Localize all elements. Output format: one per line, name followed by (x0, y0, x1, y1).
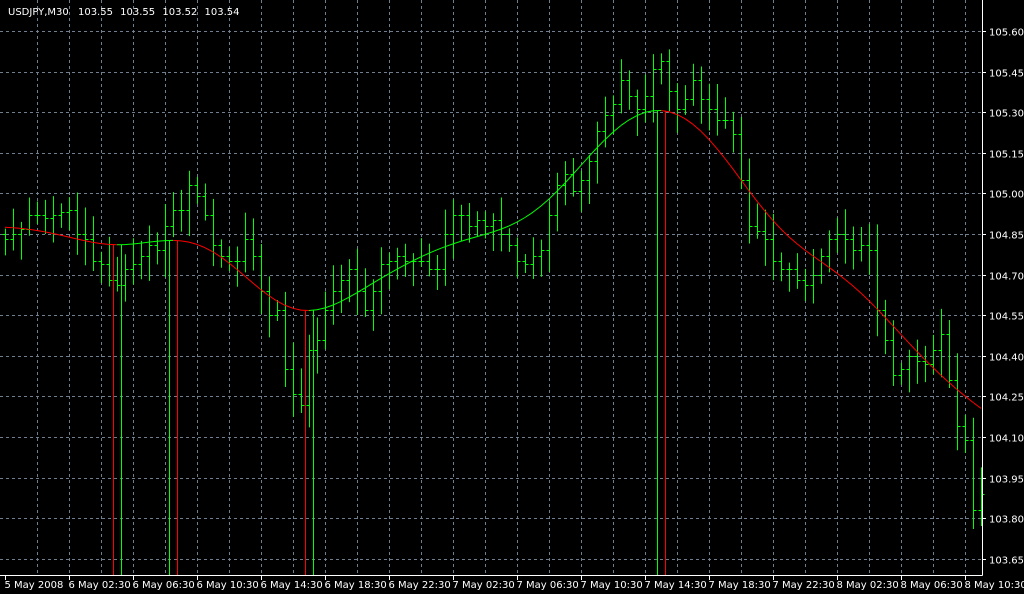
time-tick-label: 7 May 02:30 (453, 580, 515, 591)
high-value: 103.55 (120, 7, 155, 18)
price-tick-label: 104.40 (989, 353, 1024, 364)
time-tick-label: 6 May 18:30 (325, 580, 387, 591)
time-tick-label: 7 May 10:30 (581, 580, 643, 591)
close-value: 103.54 (205, 7, 240, 18)
price-tick-label: 105.15 (989, 150, 1024, 161)
low-value: 103.52 (162, 7, 197, 18)
chart-title: USDJPY,M30 103.55 103.55 103.52 103.54 (8, 7, 240, 18)
time-tick-label: 5 May 2008 (5, 580, 64, 591)
price-tick-label: 103.95 (989, 475, 1024, 486)
time-tick-label: 7 May 22:30 (773, 580, 835, 591)
time-tick-label: 8 May 06:30 (901, 580, 963, 591)
ma-segment (156, 240, 166, 242)
time-tick-label: 8 May 10:30 (965, 580, 1024, 591)
price-tick-label: 105.45 (989, 69, 1024, 80)
chart-background (0, 0, 1024, 594)
time-tick-label: 6 May 06:30 (133, 580, 195, 591)
time-tick-label: 6 May 14:30 (261, 580, 323, 591)
price-tick-label: 104.25 (989, 393, 1024, 404)
time-tick-label: 6 May 22:30 (389, 580, 451, 591)
time-tick-label: 7 May 06:30 (517, 580, 579, 591)
price-tick-label: 104.70 (989, 272, 1024, 283)
price-tick-label: 103.80 (989, 515, 1024, 526)
time-tick-label: 6 May 10:30 (197, 580, 259, 591)
price-tick-label: 105.30 (989, 109, 1024, 120)
open-value: 103.55 (78, 7, 113, 18)
time-tick-label: 6 May 02:30 (69, 580, 131, 591)
symbol-label: USDJPY,M30 (8, 7, 69, 18)
price-tick-label: 105.60 (989, 28, 1024, 39)
time-tick-label: 8 May 02:30 (837, 580, 899, 591)
time-tick-label: 7 May 14:30 (645, 580, 707, 591)
price-tick-label: 104.10 (989, 434, 1024, 445)
ma-segment (12, 227, 22, 229)
price-tick-label: 105.00 (989, 190, 1024, 201)
price-tick-label: 104.55 (989, 312, 1024, 323)
price-tick-label: 103.65 (989, 556, 1024, 567)
time-tick-label: 7 May 18:30 (709, 580, 771, 591)
price-chart[interactable]: 105.60 105.45 105.30 105.15 105.00 104.85 104.… (0, 0, 1024, 594)
ma-segment (124, 243, 134, 246)
price-tick-label: 104.85 (989, 231, 1024, 242)
